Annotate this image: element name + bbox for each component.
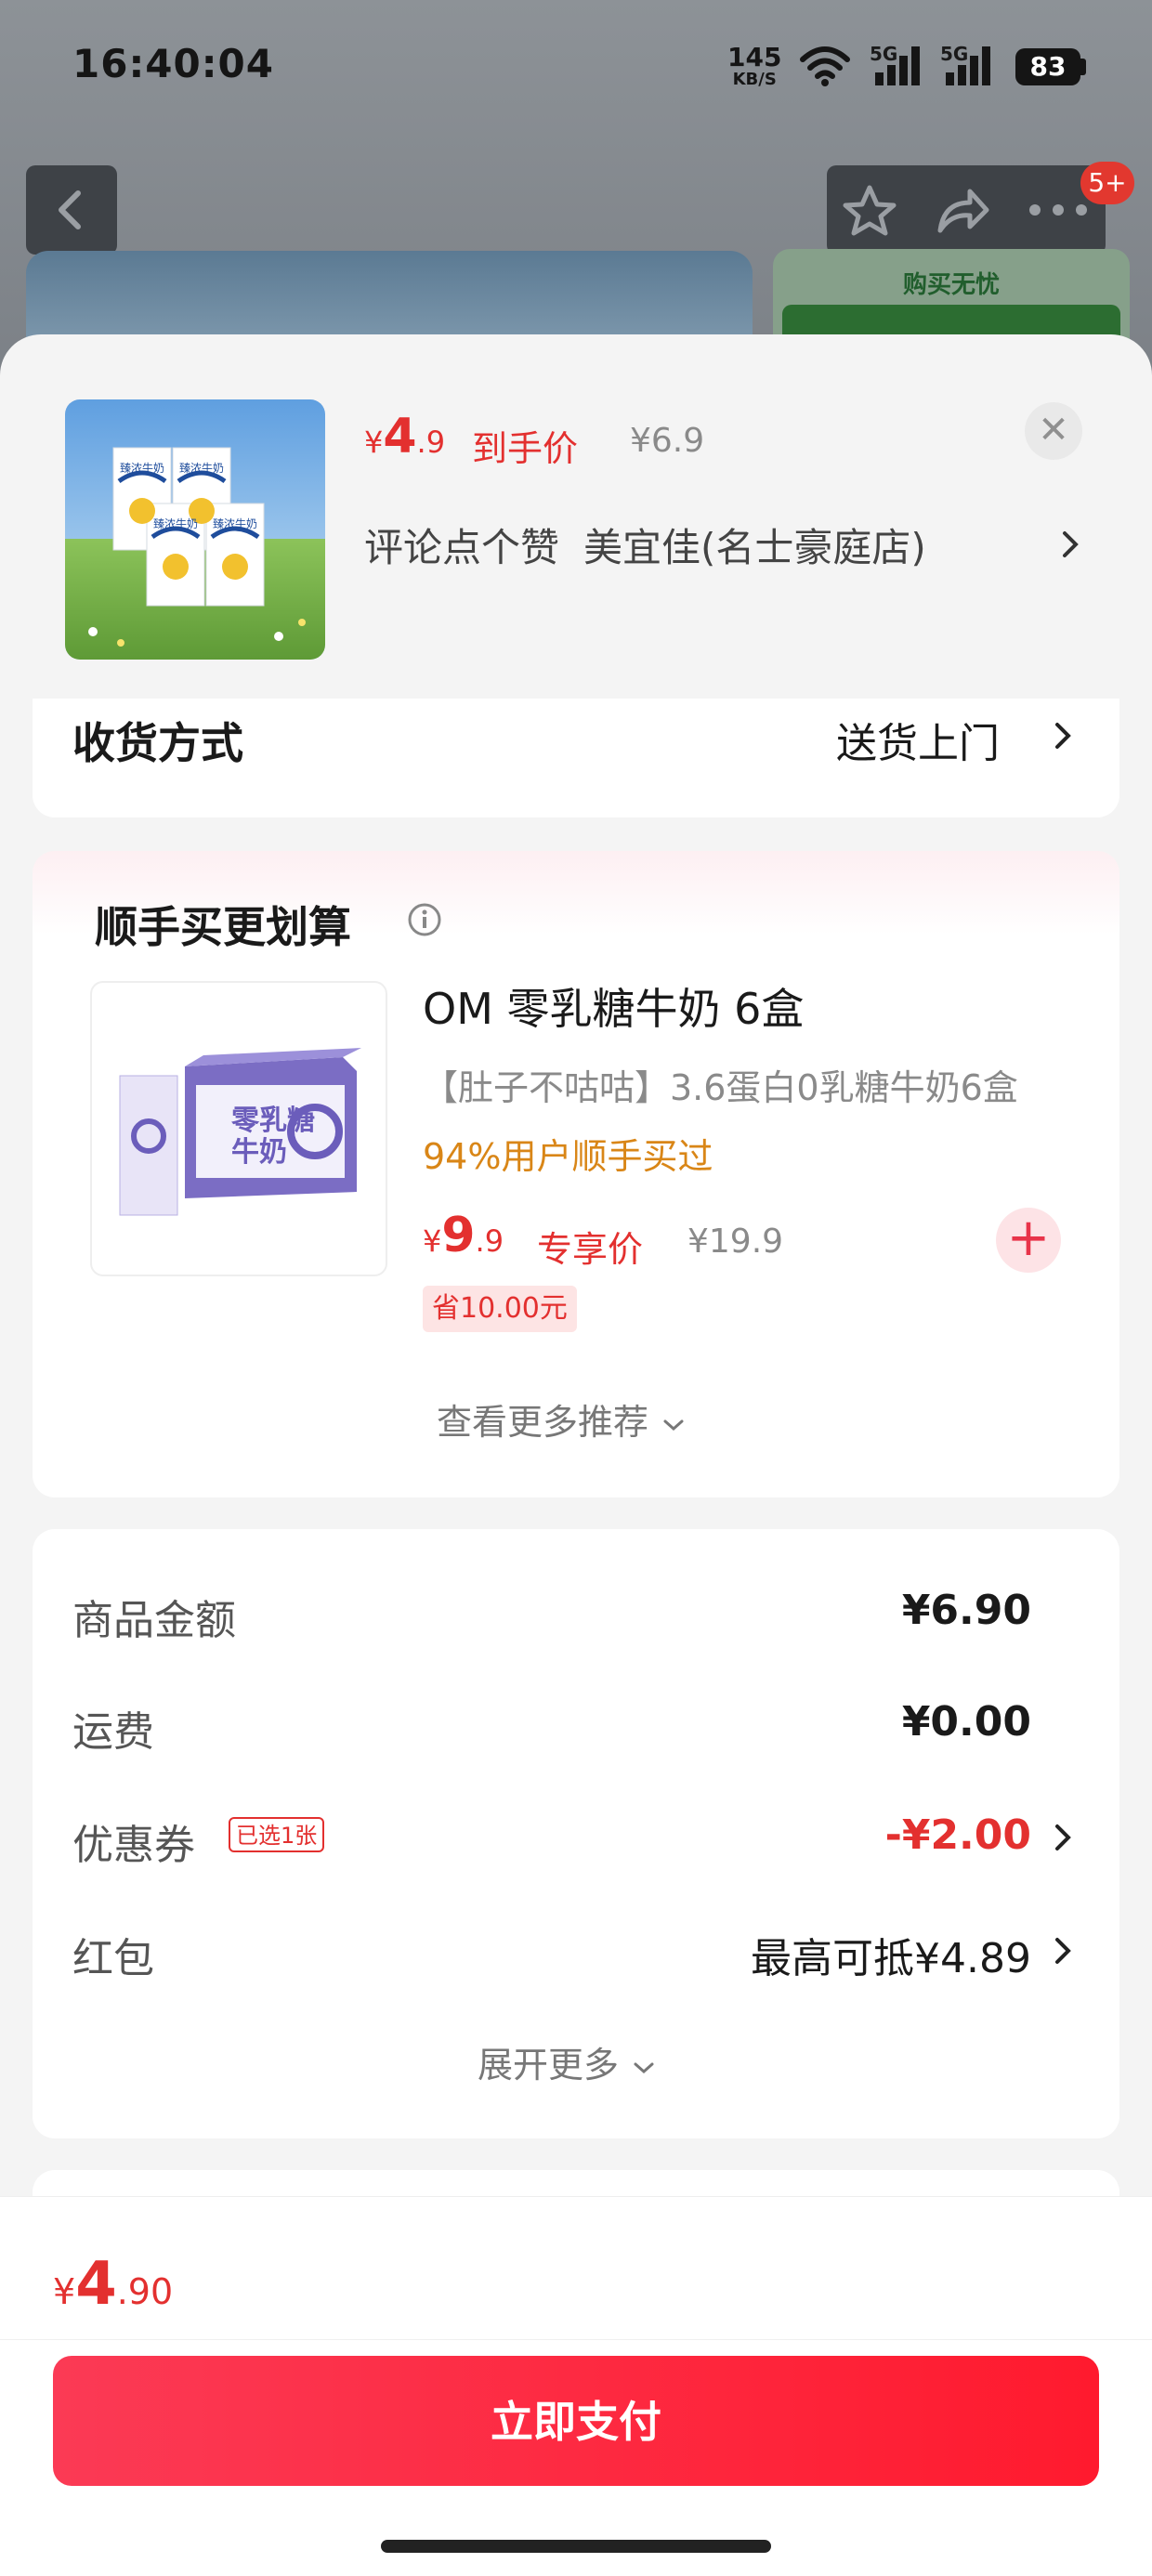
addon-price-tag: 专享价 — [537, 1229, 644, 1270]
net-speed-unit: KB/S — [732, 70, 777, 89]
original-price: ¥6.9 — [630, 422, 705, 460]
wifi-icon — [800, 46, 850, 86]
addon-item-desc: 【肚子不咕咕】3.6蛋白0乳糖牛奶6盒 — [423, 1067, 1018, 1108]
more-icon[interactable] — [1026, 203, 1091, 217]
carton-label-2: 臻浓牛奶 — [179, 461, 224, 475]
addon-price-currency: ¥ — [423, 1223, 442, 1259]
status-time: 16:40:04 — [72, 41, 274, 86]
carton-label-3: 臻浓牛奶 — [153, 517, 198, 530]
summary-row-value: ¥6.90 — [901, 1587, 1031, 1634]
see-more-label: 查看更多推荐 — [437, 1402, 649, 1443]
net-speed-value: 145 — [727, 42, 782, 72]
store-name: 美宜佳(名士豪庭店) — [583, 525, 926, 570]
summary-row-label: 红包 — [72, 1935, 154, 1982]
info-icon[interactable] — [406, 901, 443, 938]
close-button[interactable]: ✕ — [1025, 402, 1082, 460]
milk-product-illustration: 臻浓牛奶 臻浓牛奶 臻浓牛奶 臻浓牛奶 — [65, 399, 325, 660]
total-decimal: .90 — [116, 2271, 174, 2312]
carton-label-4: 臻浓牛奶 — [213, 517, 257, 530]
summary-row-label: 商品金额 — [72, 1597, 236, 1644]
addon-price-decimal: .9 — [475, 1223, 504, 1259]
chevron-down-icon — [634, 2062, 654, 2074]
store-chevron-icon — [1063, 531, 1079, 557]
total-currency: ¥ — [53, 2271, 76, 2312]
coupon-value[interactable]: -¥2.00 — [743, 1811, 1031, 1859]
addon-title: 顺手买更划算 — [95, 902, 351, 952]
back-button[interactable] — [26, 165, 117, 255]
plus-icon: + — [1006, 1208, 1051, 1268]
expand-more-label: 展开更多 — [478, 2045, 620, 2086]
status-bar: 16:40:04 145 KB/S 5G 5G 83 — [0, 0, 1152, 139]
product-image[interactable]: 臻浓牛奶 臻浓牛奶 臻浓牛奶 臻浓牛奶 — [65, 399, 325, 660]
total-integer: 4 — [75, 2250, 117, 2319]
expand-more[interactable]: 展开更多 — [478, 2036, 658, 2087]
addon-item-social: 94%用户顺手买过 — [423, 1136, 713, 1177]
signal-2-icon — [946, 46, 990, 85]
price-decimal: .9 — [416, 425, 446, 460]
summary-row-label: 优惠券 — [72, 1822, 195, 1869]
summary-row-label: 运费 — [72, 1708, 154, 1756]
footer-divider — [0, 2339, 1152, 2340]
notification-badge: 5+ — [1080, 162, 1134, 204]
summary-row-value: ¥0.00 — [901, 1698, 1031, 1746]
footer-total: ¥4.90 — [53, 2250, 173, 2319]
delivery-value: 送货上门 — [836, 720, 1000, 767]
side-panel-title: 购买无忧 — [902, 271, 1000, 299]
net-speed: 145 KB/S — [727, 45, 781, 89]
addon-price-integer: 9 — [441, 1208, 476, 1263]
battery-cap — [1080, 59, 1086, 75]
product-price: ¥4.9 — [364, 409, 445, 464]
chevron-left-icon — [59, 190, 81, 229]
battery-level: 83 — [1015, 48, 1080, 85]
product-subline[interactable]: 评论点个赞 美宜佳(名士豪庭店) — [364, 517, 926, 573]
home-indicator — [381, 2540, 771, 2553]
coupon-tag: 已选1张 — [229, 1817, 325, 1852]
delivery-chevron-icon — [1055, 723, 1071, 749]
pay-now-button[interactable]: 立即支付 — [53, 2356, 1099, 2486]
milk-box-subtitle: 牛奶 — [231, 1136, 287, 1169]
addon-item-name: OM 零乳糖牛奶 6盒 — [423, 984, 805, 1034]
addon-item-price: ¥9.9 — [423, 1208, 504, 1263]
addon-original-price: ¥19.9 — [687, 1223, 784, 1261]
signal-1-icon — [875, 46, 920, 85]
milk-box-illustration: 零乳糖 牛奶 — [119, 1048, 361, 1216]
share-icon[interactable] — [933, 182, 992, 238]
savings-tag: 省10.00元 — [423, 1286, 577, 1332]
addon-item-image[interactable]: 零乳糖 牛奶 — [90, 981, 387, 1276]
red-packet-value[interactable]: 最高可抵¥4.89 — [650, 1925, 1031, 1984]
delivery-label: 收货方式 — [72, 718, 243, 768]
add-to-cart-button[interactable]: + — [996, 1208, 1061, 1273]
close-icon: ✕ — [1038, 409, 1069, 451]
coupon-chevron-icon — [1055, 1824, 1071, 1850]
price-integer: 4 — [383, 409, 417, 464]
price-currency: ¥ — [364, 425, 384, 460]
carton-label-1: 臻浓牛奶 — [120, 461, 164, 475]
red-packet-chevron-icon — [1055, 1938, 1071, 1964]
see-more-recommendations[interactable]: 查看更多推荐 — [437, 1393, 687, 1445]
nav-actions — [827, 165, 1106, 255]
chevron-down-icon — [663, 1419, 684, 1432]
star-icon[interactable] — [840, 182, 899, 238]
final-price-tag: 到手价 — [472, 428, 579, 469]
promo-text: 评论点个赞 — [364, 525, 560, 570]
